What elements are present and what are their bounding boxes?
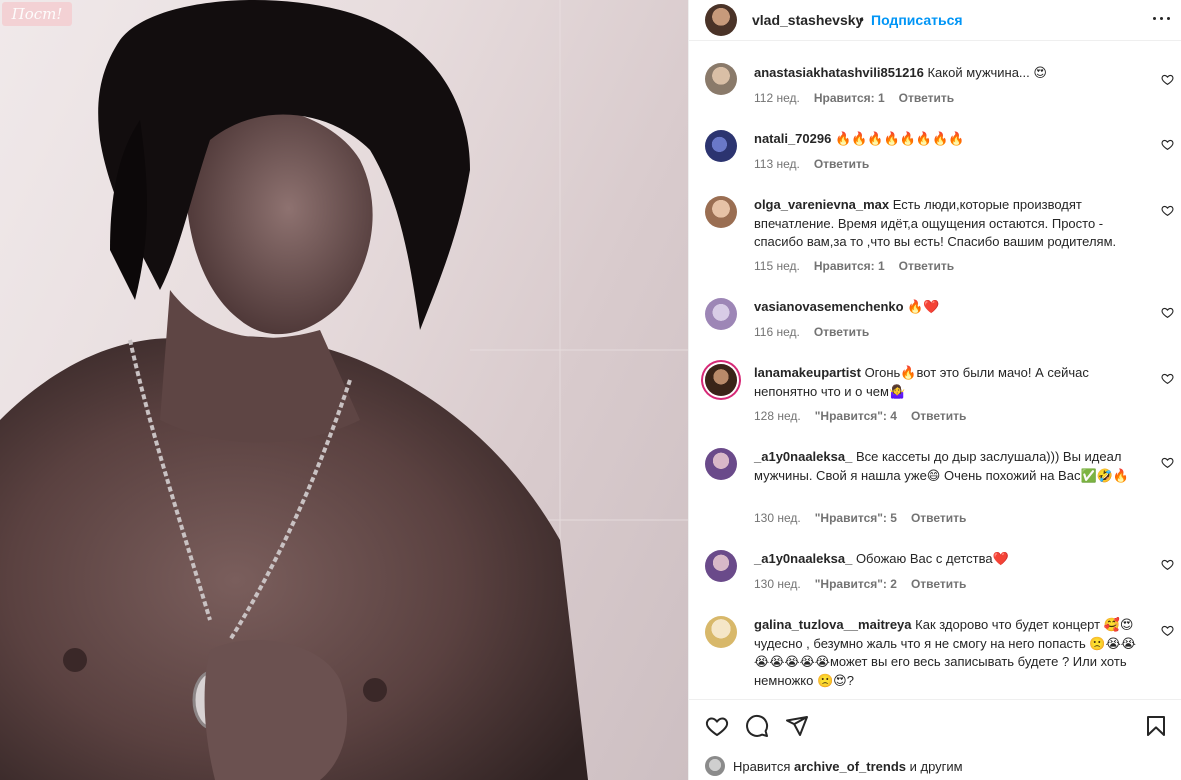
like-comment-heart-icon[interactable] [1161,204,1174,217]
comment-body: _a1y0naaleksa_ Обожаю Вас с детства❤️ [754,550,1142,569]
comment-likes[interactable]: Нравится: 1 [814,259,885,273]
like-comment-heart-icon[interactable] [1161,306,1174,319]
header-separator: • [859,11,864,27]
comment-avatar[interactable] [705,298,737,330]
comment-body: lanamakeupartist Огонь🔥вот это были мачо… [754,364,1142,401]
likes-username[interactable]: archive_of_trends [794,759,906,774]
comment-avatar-story[interactable] [705,364,737,396]
comment-bubble-icon[interactable] [745,714,769,738]
reply-button[interactable]: Ответить [911,577,966,591]
comment-likes[interactable]: "Нравится": 4 [815,409,897,423]
comment-likes[interactable]: "Нравится": 2 [815,577,897,591]
reply-button[interactable]: Ответить [814,157,869,171]
like-comment-heart-icon[interactable] [1161,73,1174,86]
comment-avatar[interactable] [705,130,737,162]
comment-avatar[interactable] [705,550,737,582]
like-heart-icon[interactable] [705,714,729,738]
comments-list[interactable]: anastasiakhatashvili851216 Какой мужчина… [689,41,1181,699]
comment-time[interactable]: 116 нед. [754,325,800,339]
comment-meta: 128 нед. "Нравится": 4 Ответить [754,409,980,423]
likes-summary[interactable]: Нравится archive_of_trends и другим [733,759,963,774]
comment-avatar[interactable] [705,616,737,648]
comment-avatar[interactable] [705,196,737,228]
more-options-icon[interactable] [1152,8,1172,28]
comment-meta: 130 нед. "Нравится": 2 Ответить [754,577,980,591]
reply-button[interactable]: Ответить [911,511,966,525]
reply-button[interactable]: Ответить [911,409,966,423]
post-header: vlad_stashevsky • Подписаться [689,0,1181,41]
comment-username[interactable]: natali_70296 [754,131,831,146]
comment-time[interactable]: 128 нед. [754,409,801,423]
comment-meta: 115 нед. Нравится: 1 Ответить [754,259,968,273]
like-comment-heart-icon[interactable] [1161,372,1174,385]
comment-username[interactable]: anastasiakhatashvili851216 [754,65,924,80]
reply-button[interactable]: Ответить [899,91,954,105]
comment-body: natali_70296 🔥🔥🔥🔥🔥🔥🔥🔥 [754,130,1142,149]
comment-time[interactable]: 112 нед. [754,91,800,105]
post-photo[interactable]: Пост! [0,0,688,780]
comment-meta: 116 нед. Ответить [754,325,883,339]
comment-time[interactable]: 115 нед. [754,259,800,273]
likes-prefix: Нравится [733,759,791,774]
comment-likes[interactable]: Нравится: 1 [814,91,885,105]
like-comment-heart-icon[interactable] [1161,558,1174,571]
comment-meta: 112 нед. Нравится: 1 Ответить [754,91,968,105]
comment-body: anastasiakhatashvili851216 Какой мужчина… [754,64,1142,83]
comment-body: olga_varenievna_max Есть люди,которые пр… [754,196,1142,252]
comment-time[interactable]: 113 нед. [754,157,800,171]
save-bookmark-icon[interactable] [1144,714,1168,738]
comment-likes[interactable]: "Нравится": 5 [815,511,897,525]
comment-username[interactable]: olga_varenievna_max [754,197,889,212]
comment-time[interactable]: 130 нед. [754,577,801,591]
likes-suffix[interactable]: и другим [910,759,963,774]
author-avatar[interactable] [705,4,737,36]
comment-time[interactable]: 130 нед. [754,511,801,525]
liker-avatar[interactable] [705,756,725,776]
comment-meta: 113 нед. Ответить [754,157,883,171]
comment-body: galina_tuzlova__maitreya Как здорово что… [754,616,1142,690]
like-comment-heart-icon[interactable] [1161,456,1174,469]
like-comment-heart-icon[interactable] [1161,624,1174,637]
comment-username[interactable]: lanamakeupartist [754,365,861,380]
comment-body: _a1y0naaleksa_ Все кассеты до дыр заслуш… [754,448,1142,485]
comment-text: 🔥🔥🔥🔥🔥🔥🔥🔥 [834,131,965,146]
comment-text: Обожаю Вас с детства❤️ [855,551,1009,566]
post-photo-image [0,0,688,780]
comment-username[interactable]: galina_tuzlova__maitreya [754,617,912,632]
comment-username[interactable]: _a1y0naaleksa_ [754,551,852,566]
instagram-post-view: Пост! vlad_stashevsky • Подписаться anas… [0,0,1181,780]
comment-username[interactable]: vasianovasemenchenko [754,299,904,314]
watermark-label: Пост! [2,2,72,26]
share-paper-plane-icon[interactable] [785,714,809,738]
comment-body: vasianovasemenchenko 🔥❤️ [754,298,1142,317]
comment-meta: 130 нед. "Нравится": 5 Ответить [754,511,980,525]
like-comment-heart-icon[interactable] [1161,138,1174,151]
comment-text: 🔥❤️ [907,299,940,314]
comment-avatar[interactable] [705,448,737,480]
follow-button[interactable]: Подписаться [871,12,963,28]
comment-username[interactable]: _a1y0naaleksa_ [754,449,852,464]
post-actions-footer: Нравится archive_of_trends и другим [689,699,1181,780]
author-username[interactable]: vlad_stashevsky [752,12,863,28]
post-side-panel: vlad_stashevsky • Подписаться anastasiak… [688,0,1181,780]
reply-button[interactable]: Ответить [814,325,869,339]
reply-button[interactable]: Ответить [899,259,954,273]
comment-text: Какой мужчина... 😍 [927,65,1047,80]
comment-avatar[interactable] [705,63,737,95]
